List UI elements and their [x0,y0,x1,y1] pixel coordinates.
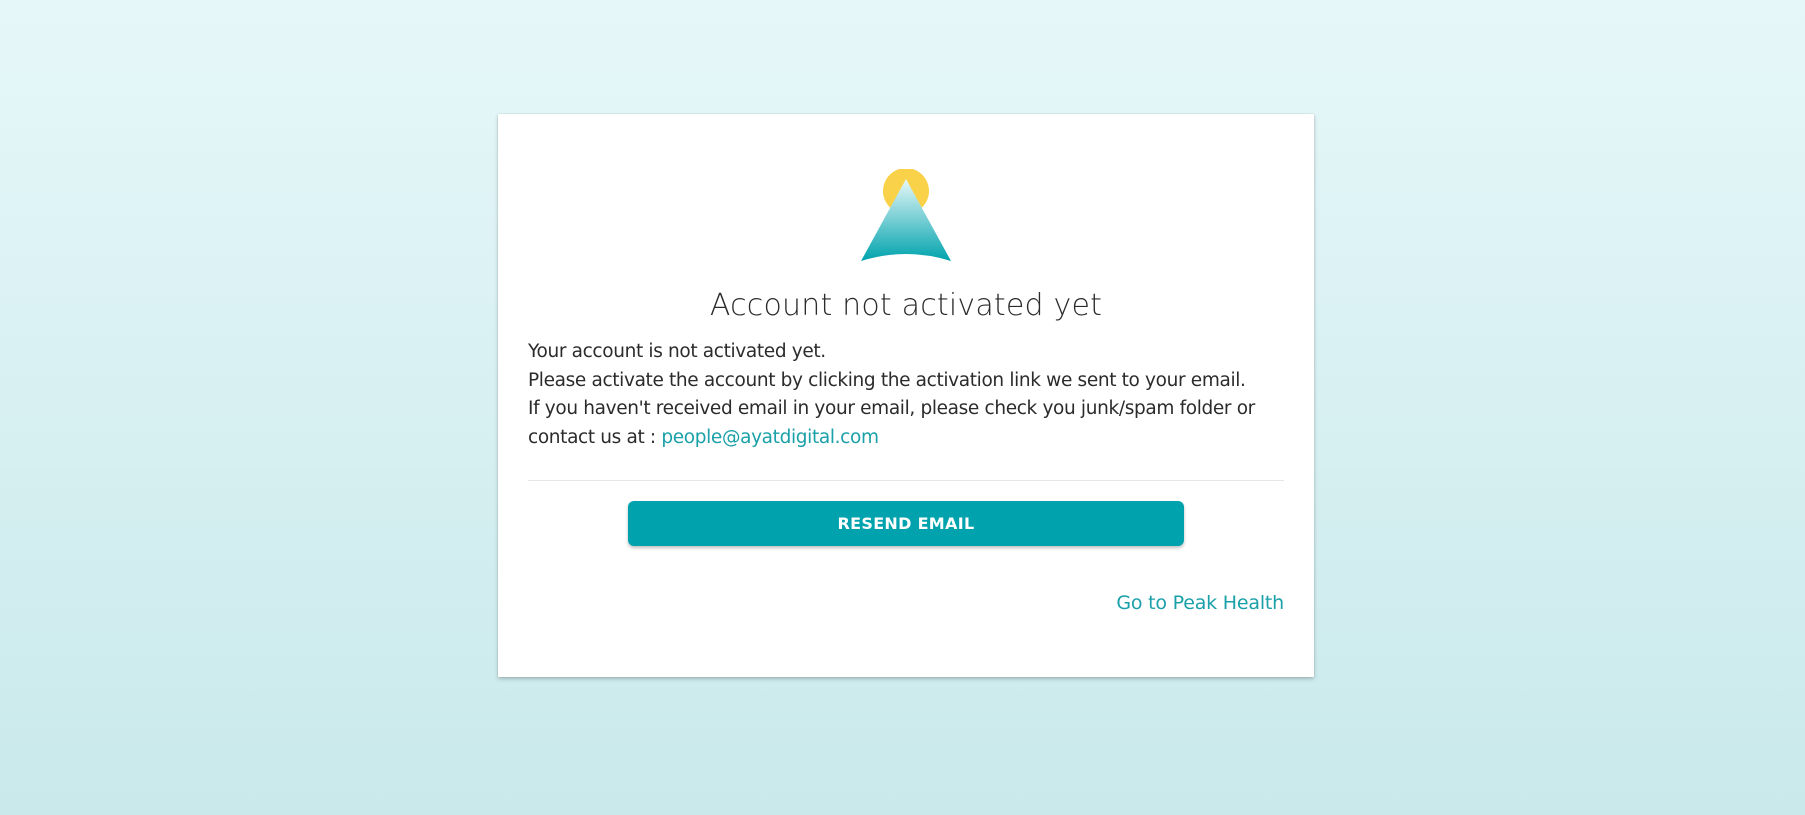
resend-email-button[interactable]: RESEND EMAIL [628,501,1184,546]
divider [528,480,1284,481]
message-line: Your account is not activated yet. [528,341,826,362]
contact-email-link[interactable]: people@ayatdigital.com [661,427,879,448]
activation-card: Account not activated yet Your account i… [498,114,1314,677]
contact-prefix: contact us at : [528,426,656,448]
activation-message: Your account is not activated yet. Pleas… [528,338,1288,452]
peak-mountain-logo-icon [858,168,954,265]
page-title: Account not activated yet [709,288,1103,323]
message-line: Please activate the account by clicking … [528,369,1246,391]
message-line: If you haven't received email in your em… [528,398,1255,419]
go-to-peak-health-link[interactable]: Go to Peak Health [1116,592,1284,614]
message-line-contact: contact us at : people@ayatdigital.com [528,424,1288,453]
